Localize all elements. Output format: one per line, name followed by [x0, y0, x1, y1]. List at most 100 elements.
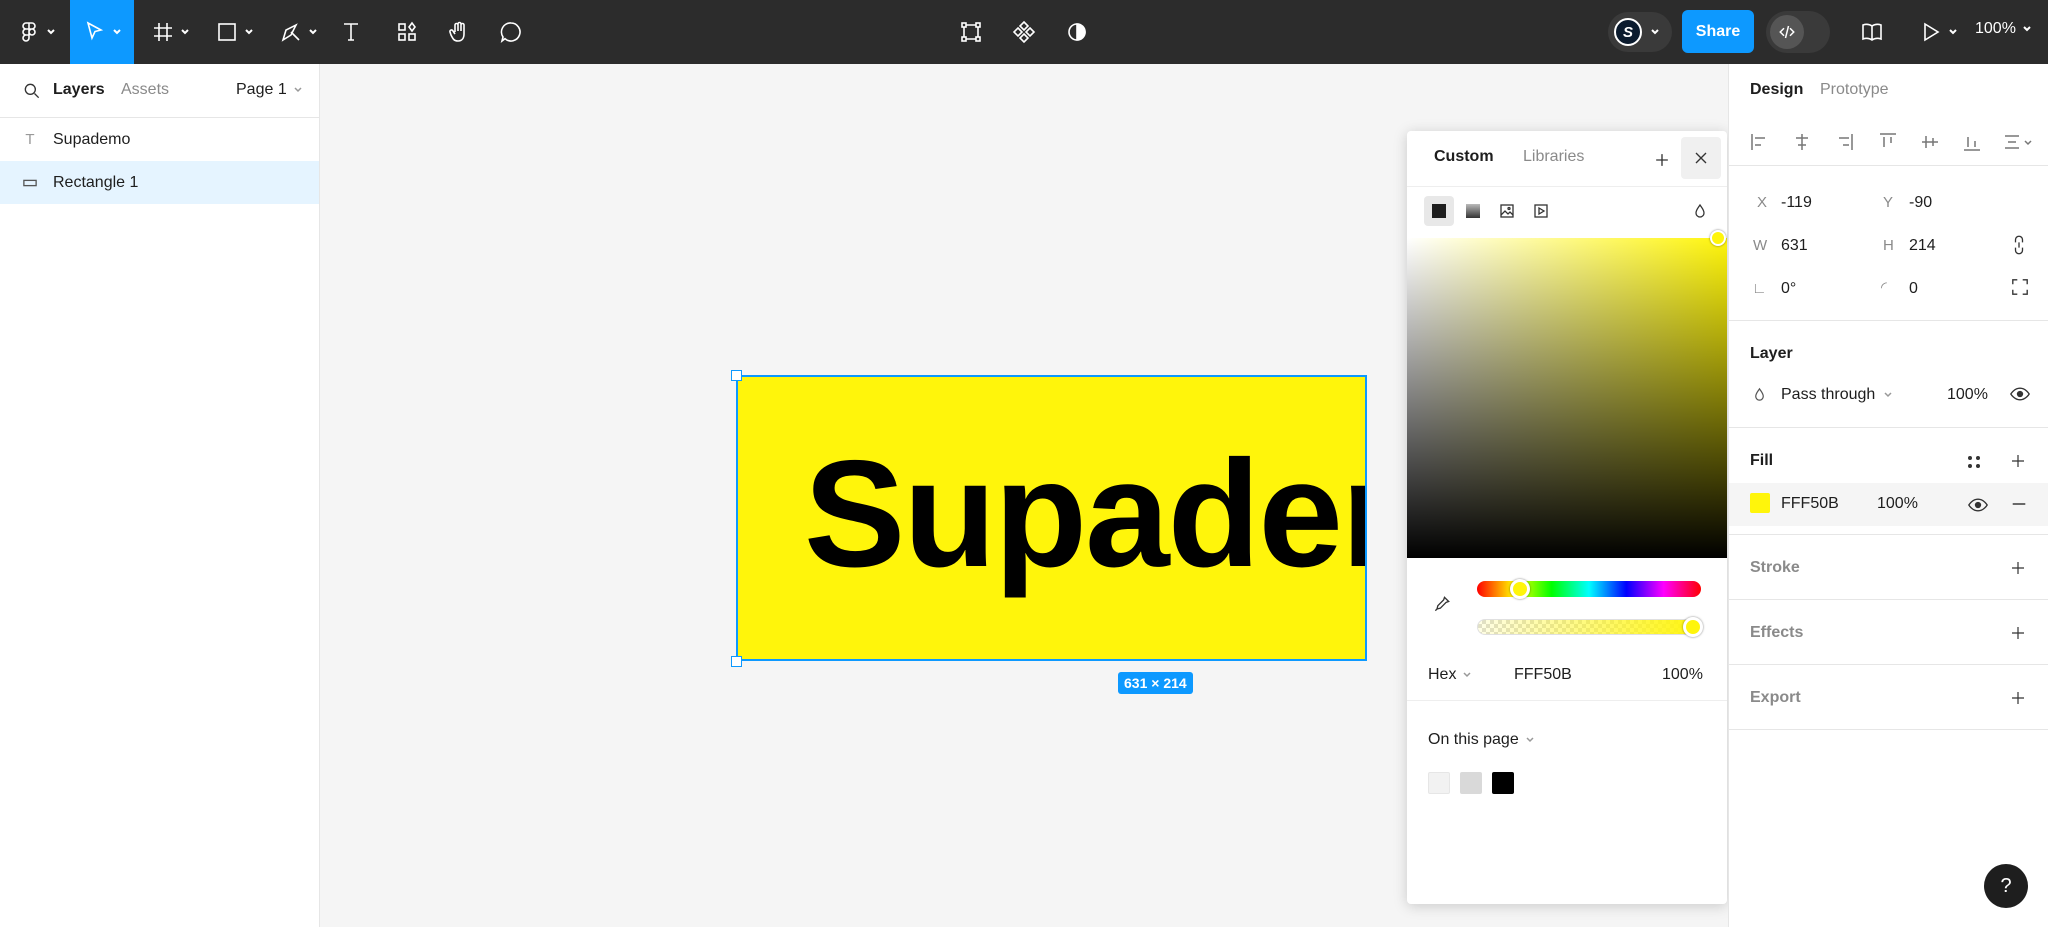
- library-button[interactable]: [1857, 8, 1887, 56]
- stroke-section-title: Stroke: [1750, 559, 1800, 576]
- main-menu-button[interactable]: [14, 8, 58, 56]
- tab-design[interactable]: Design: [1750, 81, 1803, 99]
- corner-radius-input[interactable]: 0: [1909, 280, 1918, 298]
- pen-tool-button[interactable]: [276, 8, 320, 56]
- layers-panel: Layers Assets Page 1 T Supademo Rectangl…: [0, 64, 320, 927]
- fill-color-swatch[interactable]: [1750, 493, 1770, 513]
- move-tool-button[interactable]: [70, 0, 134, 64]
- saturation-knob[interactable]: [1710, 230, 1726, 246]
- align-top-icon[interactable]: [1878, 132, 1898, 152]
- fill-hex-value[interactable]: FFF50B: [1781, 495, 1839, 513]
- export-section-title: Export: [1750, 689, 1801, 706]
- eyedropper-icon: [1434, 596, 1450, 612]
- align-center-v-icon[interactable]: [1920, 132, 1940, 152]
- eyedropper-button[interactable]: [1432, 594, 1452, 619]
- width-input[interactable]: 631: [1781, 237, 1808, 255]
- image-icon: [1500, 204, 1514, 218]
- comment-tool-button[interactable]: [496, 8, 526, 56]
- tab-assets[interactable]: Assets: [121, 81, 169, 99]
- swatch-gray[interactable]: [1460, 772, 1482, 794]
- swatch-light-gray[interactable]: [1428, 772, 1450, 794]
- opacity-input[interactable]: 100%: [1662, 666, 1703, 684]
- fill-opacity-value[interactable]: 100%: [1877, 495, 1918, 513]
- effects-section-title: Effects: [1750, 624, 1804, 641]
- dev-mode-toggle[interactable]: [1766, 11, 1830, 53]
- tab-prototype[interactable]: Prototype: [1820, 81, 1888, 99]
- align-left-icon[interactable]: [1750, 132, 1770, 152]
- opacity-slider-knob[interactable]: [1683, 617, 1703, 637]
- share-button[interactable]: Share: [1682, 10, 1754, 53]
- add-effect-button[interactable]: [2007, 622, 2029, 644]
- swatch-source-label: On this page: [1428, 731, 1519, 748]
- hex-input[interactable]: FFF50B: [1514, 666, 1572, 684]
- frame-tool-button[interactable]: [148, 8, 192, 56]
- align-bottom-icon[interactable]: [1962, 132, 1982, 152]
- add-stroke-button[interactable]: [2007, 557, 2029, 579]
- shape-tool-button[interactable]: [212, 8, 256, 56]
- edit-object-button[interactable]: [956, 8, 986, 56]
- plus-icon: [1656, 154, 1668, 166]
- color-mode-label: Hex: [1428, 666, 1457, 683]
- text-icon: [344, 23, 358, 41]
- height-input[interactable]: 214: [1909, 237, 1936, 255]
- add-fill-button[interactable]: [2007, 450, 2029, 472]
- solid-fill-button[interactable]: [1424, 196, 1454, 226]
- align-center-h-icon[interactable]: [1792, 132, 1812, 152]
- remove-fill-icon[interactable]: [2010, 495, 2028, 518]
- create-component-button[interactable]: [1009, 8, 1039, 56]
- x-input[interactable]: -119: [1781, 194, 1812, 212]
- tab-layers[interactable]: Layers: [53, 81, 105, 99]
- plus-icon: [2012, 562, 2024, 574]
- mask-button[interactable]: [1062, 8, 1092, 56]
- swatch-black[interactable]: [1492, 772, 1514, 794]
- style-grid-icon[interactable]: [1966, 454, 1982, 475]
- fill-section-title: Fill: [1750, 452, 1774, 469]
- design-panel: Design Prototype X -119 Y -90 W 631 H 21…: [1728, 64, 2048, 927]
- add-style-button[interactable]: [1647, 145, 1677, 175]
- zoom-dropdown[interactable]: 100%: [1975, 20, 2032, 38]
- supademo-text[interactable]: Supademo: [804, 427, 1365, 602]
- search-icon[interactable]: [22, 81, 42, 106]
- user-menu[interactable]: S: [1608, 12, 1672, 52]
- fill-visibility-eye-icon[interactable]: [1968, 497, 1988, 517]
- page-selector[interactable]: Page 1: [236, 81, 303, 99]
- text-tool-button[interactable]: [336, 8, 366, 56]
- close-picker-button[interactable]: [1681, 137, 1721, 179]
- present-button[interactable]: [1916, 8, 1960, 56]
- color-mode-dropdown[interactable]: Hex: [1428, 666, 1472, 684]
- layer-row-supademo[interactable]: T Supademo: [0, 118, 319, 161]
- hand-tool-button[interactable]: [444, 8, 474, 56]
- saturation-value-area[interactable]: [1407, 238, 1727, 558]
- add-export-button[interactable]: [2007, 687, 2029, 709]
- y-input[interactable]: -90: [1909, 194, 1932, 212]
- layer-row-rectangle-1[interactable]: Rectangle 1: [0, 161, 319, 204]
- swatch-source-dropdown[interactable]: On this page: [1428, 731, 1535, 749]
- rotation-input[interactable]: 0°: [1781, 280, 1796, 298]
- independent-corners-icon[interactable]: [2011, 278, 2029, 301]
- opacity-slider[interactable]: [1477, 619, 1701, 635]
- layer-opacity-input[interactable]: 100%: [1947, 386, 1988, 404]
- picker-header: Custom Libraries: [1407, 131, 1727, 187]
- resize-handle-bottom-left[interactable]: [731, 656, 742, 667]
- color-value-row: Hex FFF50B 100%: [1407, 656, 1727, 701]
- align-right-icon[interactable]: [1834, 132, 1854, 152]
- gradient-fill-button[interactable]: [1458, 196, 1488, 226]
- selected-rectangle[interactable]: Supademo: [736, 375, 1367, 661]
- resize-handle-top-left[interactable]: [731, 370, 742, 381]
- constrain-proportions-icon[interactable]: [2012, 234, 2026, 261]
- blend-mode-button[interactable]: [1685, 196, 1715, 226]
- alignment-row: [1729, 118, 2048, 166]
- frame-icon: [153, 23, 172, 41]
- chevron-down-icon: [1948, 29, 1957, 35]
- blend-mode-dropdown[interactable]: Pass through: [1781, 386, 1893, 404]
- distribute-icon[interactable]: [2003, 132, 2033, 152]
- image-fill-button[interactable]: [1492, 196, 1522, 226]
- tab-custom[interactable]: Custom: [1434, 148, 1494, 166]
- tab-libraries[interactable]: Libraries: [1523, 148, 1584, 166]
- hue-slider-knob[interactable]: [1510, 579, 1530, 599]
- eye-icon[interactable]: [2010, 386, 2030, 406]
- video-fill-button[interactable]: [1526, 196, 1556, 226]
- right-panel-tabs: Design Prototype: [1729, 64, 2048, 118]
- resources-button[interactable]: [392, 8, 422, 56]
- help-button[interactable]: ?: [1984, 864, 2028, 908]
